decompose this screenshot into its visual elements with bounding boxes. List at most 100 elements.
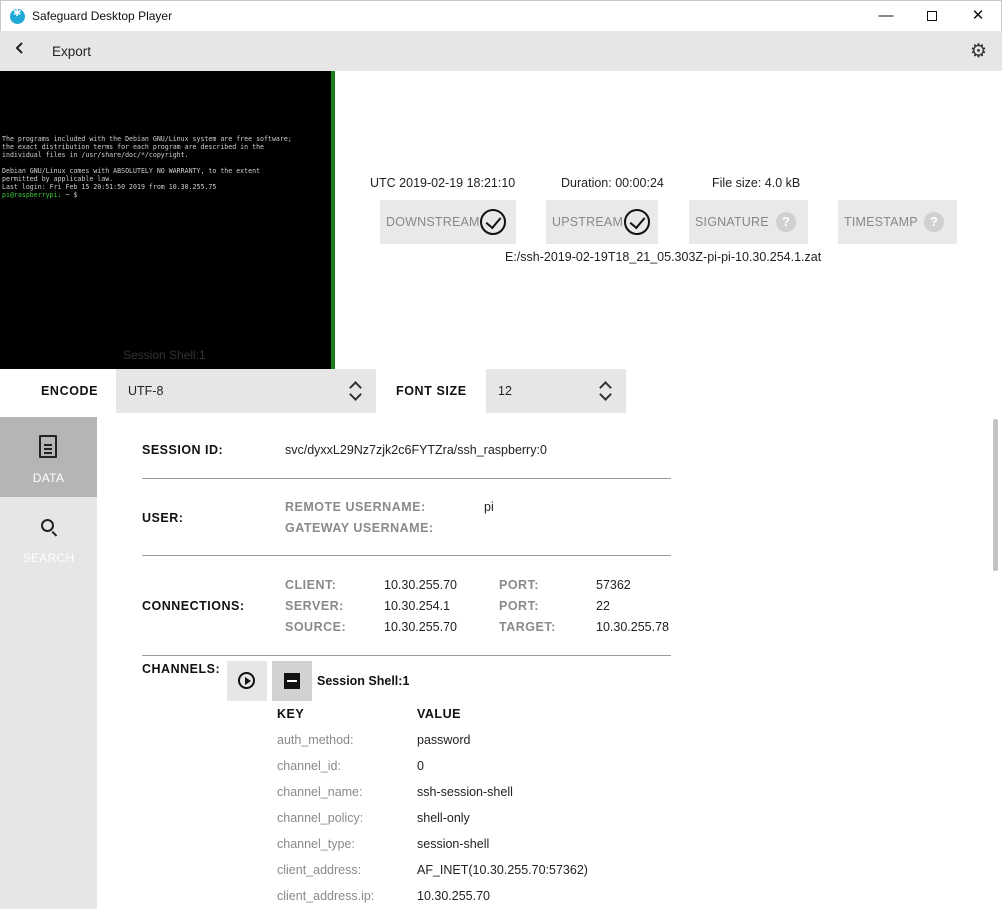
settings-button[interactable]: ⚙ [970,40,987,63]
kv-value: AF_INET(10.30.255.70:57362) [417,863,588,877]
value-column-header: VALUE [417,707,461,721]
remote-username-value: pi [484,500,494,514]
terminal-line: the exact distribution terms for each pr… [2,143,265,151]
side-nav: DATA SEARCH [0,417,97,909]
recording-file-size: File size: 4.0 kB [712,176,801,190]
nav-item-search[interactable]: SEARCH [0,497,97,577]
kv-value: ssh-session-shell [417,785,513,799]
signature-button[interactable]: SIGNATURE ? [689,200,808,244]
connections-label: CONNECTIONS: [142,599,245,613]
details-scrollbar[interactable] [992,417,1000,909]
terminal-caption: Session Shell:1 [123,348,206,362]
kv-key: channel_type: [277,837,355,851]
terminal-line: The programs included with the Debian GN… [2,135,292,143]
user-label: USER: [142,511,184,525]
font-size-select[interactable]: 12 [486,369,626,413]
window-title: Safeguard Desktop Player [32,9,173,23]
question-circle-icon: ? [924,212,944,232]
terminal-line: permitted by applicable law. [2,175,114,183]
maximize-icon [927,11,937,22]
font-size-label: FONT SIZE [396,384,467,398]
kv-key: channel_id: [277,759,341,773]
encode-label: ENCODE [41,384,99,398]
terminal-prompt: pi@raspberrypi: [2,191,62,199]
divider [142,655,671,656]
session-id-label: SESSION ID: [142,443,224,457]
server-label: SERVER: [285,599,344,613]
question-circle-icon: ? [776,212,796,232]
kv-key: auth_method: [277,733,354,747]
client-port-value: 57362 [596,578,631,592]
check-circle-icon [480,209,506,235]
signature-label: SIGNATURE [695,215,769,229]
terminal-line: Last login: Fri Feb 15 20:51:50 2019 fro… [2,183,217,191]
encode-value: UTF-8 [128,384,164,398]
terminal-prompt-line: pi@raspberrypi: ~ $ [2,191,81,199]
app-header: Export ⚙ [0,31,1002,71]
timestamp-button[interactable]: TIMESTAMP ? [838,200,957,244]
updown-arrows-icon [349,379,363,403]
encode-select[interactable]: UTF-8 [116,369,376,413]
file-path: E:/ssh-2019-02-19T18_21_05.303Z-pi-pi-10… [505,250,822,264]
collapse-channel-button[interactable] [272,661,312,701]
back-button[interactable] [14,39,34,61]
play-channel-button[interactable] [227,661,267,701]
divider [142,555,671,556]
nav-item-data[interactable]: DATA [0,417,97,497]
scrollbar-thumb[interactable] [993,419,998,571]
minimize-button[interactable]: — [863,1,909,31]
terminal-prompt-suffix: ~ $ [61,191,82,199]
recording-date: UTC 2019-02-19 18:21:10 [370,176,516,190]
downstream-label: DOWNSTREAM [386,215,480,229]
kv-value: password [417,733,471,747]
app-logo-icon [10,8,25,24]
key-column-header: KEY [277,707,305,721]
kv-value: shell-only [417,811,470,825]
target-label: TARGET: [499,620,556,634]
check-circle-icon [624,209,650,235]
kv-key: client_address.ip: [277,889,375,903]
kv-key: channel_name: [277,785,363,799]
nav-item-label: DATA [32,471,65,485]
terminal-line: individual files in /usr/share/doc/*/cop… [2,151,189,159]
client-port-label: PORT: [499,578,539,592]
session-id-value: svc/dyxxL29Nz7zjk2c6FYTZra/ssh_raspberry… [285,443,547,457]
source-label: SOURCE: [285,620,347,634]
server-port-label: PORT: [499,599,539,613]
document-icon [39,435,57,458]
kv-key: channel_policy: [277,811,364,825]
window-titlebar: Safeguard Desktop Player — ✕ [0,0,1002,31]
client-value: 10.30.255.70 [384,578,457,592]
timestamp-label: TIMESTAMP [844,215,918,229]
upstream-button[interactable]: UPSTREAM [546,200,658,244]
source-value: 10.30.255.70 [384,620,457,634]
channel-name: Session Shell:1 [317,674,410,688]
maximize-button[interactable] [909,1,955,31]
gateway-username-label: GATEWAY USERNAME: [285,521,434,535]
client-label: CLIENT: [285,578,337,592]
divider [142,478,671,479]
server-value: 10.30.254.1 [384,599,451,613]
kv-value: session-shell [417,837,490,851]
target-value: 10.30.255.78 [596,620,669,634]
minus-square-icon [284,673,300,689]
recording-duration: Duration: 00:00:24 [561,176,664,190]
page-title: Export [52,44,92,59]
close-button[interactable]: ✕ [955,1,1001,31]
chevron-left-icon [15,42,23,54]
terminal-preview[interactable]: The programs included with the Debian GN… [0,71,335,369]
remote-username-label: REMOTE USERNAME: [285,500,426,514]
gear-icon: ⚙ [970,41,988,62]
terminal-line: Debian GNU/Linux comes with ABSOLUTELY N… [2,167,261,175]
kv-value: 10.30.255.70 [417,889,490,903]
channels-label: CHANNELS: [142,662,221,676]
upstream-label: UPSTREAM [552,215,624,229]
updown-arrows-icon [599,379,613,403]
search-icon [41,519,54,532]
server-port-value: 22 [596,599,610,613]
downstream-button[interactable]: DOWNSTREAM [380,200,516,244]
font-size-value: 12 [498,384,512,398]
nav-item-label: SEARCH [22,551,75,565]
kv-value: 0 [417,759,424,773]
play-circle-icon [238,672,255,689]
